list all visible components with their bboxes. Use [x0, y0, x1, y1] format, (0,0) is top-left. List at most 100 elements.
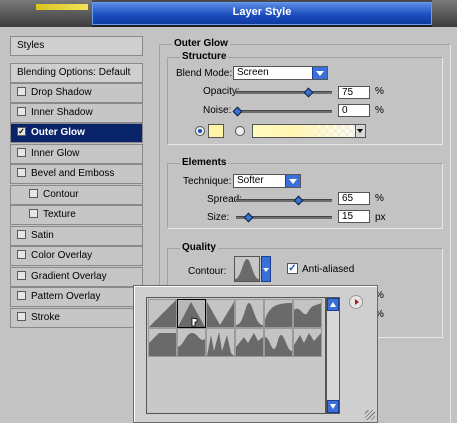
- scroll-up-icon[interactable]: [327, 298, 339, 311]
- contour-preset-cone-inverted[interactable]: [206, 299, 235, 328]
- stroke-label: Stroke: [31, 312, 60, 323]
- contour-preset-rolling-slope[interactable]: [177, 328, 206, 357]
- inner-shadow-label: Inner Shadow: [31, 107, 93, 118]
- spread-unit: %: [375, 193, 384, 204]
- style-item-stroke[interactable]: Stroke: [10, 308, 143, 328]
- style-item-bevel-emboss[interactable]: Bevel and Emboss: [10, 164, 143, 184]
- cove-shallow-contour-icon: [294, 333, 321, 356]
- contour-preset-cone[interactable]: [177, 299, 206, 328]
- contour-preset-gaussian[interactable]: [235, 299, 264, 328]
- inner-shadow-checkbox[interactable]: [17, 106, 26, 116]
- styles-header[interactable]: Styles: [10, 36, 143, 56]
- contour-dropdown-button[interactable]: [261, 256, 271, 282]
- contour-preset-sawtooth[interactable]: [235, 328, 264, 357]
- ring-double-contour-icon: [149, 333, 176, 356]
- gaussian-contour-icon: [236, 303, 263, 327]
- contour-checkbox[interactable]: [29, 188, 38, 198]
- elements-title: Elements: [180, 157, 229, 168]
- texture-checkbox[interactable]: [29, 208, 38, 218]
- contour-preset-grid: [146, 297, 326, 414]
- contour-label: Contour:: [188, 266, 227, 277]
- half-round-contour-icon: [265, 303, 292, 327]
- contour-preset-half-round[interactable]: [264, 299, 293, 328]
- inner-glow-checkbox[interactable]: [17, 147, 26, 157]
- spread-slider[interactable]: [236, 195, 332, 206]
- satin-label: Satin: [31, 230, 54, 241]
- rolling-slope-contour-icon: [178, 333, 205, 356]
- quality-title: Quality: [180, 242, 218, 253]
- gradient-overlay-label: Gradient Overlay: [31, 271, 107, 282]
- style-item-pattern-overlay[interactable]: Pattern Overlay: [10, 287, 143, 307]
- size-input[interactable]: 15: [338, 210, 370, 223]
- contour-item-label: Contour: [43, 189, 79, 200]
- gradient-overlay-checkbox[interactable]: [17, 270, 26, 280]
- color-overlay-label: Color Overlay: [31, 250, 93, 261]
- size-slider[interactable]: [236, 212, 332, 223]
- style-item-color-overlay[interactable]: Color Overlay: [10, 246, 143, 266]
- style-item-texture[interactable]: Texture: [10, 205, 143, 225]
- noise-input[interactable]: 0: [338, 104, 370, 117]
- contour-picker-menu-button[interactable]: [349, 295, 363, 309]
- outer-glow-checkbox[interactable]: ✓: [17, 126, 26, 136]
- title-bar-right-cap: [432, 0, 457, 27]
- scroll-down-icon[interactable]: [327, 400, 339, 413]
- technique-label: Technique:: [183, 176, 232, 187]
- contour-preset-linear[interactable]: [148, 299, 177, 328]
- noise-label: Noise:: [203, 105, 232, 116]
- contour-picker-popup: [133, 285, 378, 423]
- blend-mode-select[interactable]: Screen: [233, 66, 328, 80]
- style-item-satin[interactable]: Satin: [10, 226, 143, 246]
- color-overlay-checkbox[interactable]: [17, 249, 26, 259]
- title-bar-stripe: [36, 4, 88, 10]
- outer-glow-label: Outer Glow: [31, 127, 85, 138]
- noise-slider[interactable]: [232, 106, 332, 117]
- contour-picker-scrollbar[interactable]: [326, 297, 340, 414]
- style-item-gradient-overlay[interactable]: Gradient Overlay: [10, 267, 143, 287]
- rounded-steps-contour-icon: [207, 332, 234, 356]
- cone-contour-icon: [178, 302, 205, 327]
- technique-select[interactable]: Softer: [233, 174, 301, 188]
- noise-unit: %: [375, 105, 384, 116]
- outer-glow-title: Outer Glow: [172, 38, 230, 49]
- contour-preview[interactable]: [234, 256, 260, 282]
- satin-checkbox[interactable]: [17, 229, 26, 239]
- title-bar: Layer Style: [0, 0, 457, 27]
- gaussian-contour-icon: [235, 259, 259, 281]
- opacity-input[interactable]: 75: [338, 86, 370, 99]
- style-item-inner-shadow[interactable]: Inner Shadow: [10, 103, 143, 123]
- pattern-overlay-checkbox[interactable]: [17, 290, 26, 300]
- gradient-radio[interactable]: [235, 126, 245, 136]
- glow-color-swatch[interactable]: [208, 124, 224, 138]
- style-item-contour[interactable]: Contour: [10, 185, 143, 205]
- spread-input[interactable]: 65: [338, 192, 370, 205]
- bevel-emboss-checkbox[interactable]: [17, 167, 26, 177]
- anti-aliased-checkbox[interactable]: ✓: [287, 263, 298, 274]
- blending-options-item[interactable]: Blending Options: Default: [10, 63, 143, 83]
- style-item-inner-glow[interactable]: Inner Glow: [10, 144, 143, 164]
- styles-list: Styles Blending Options: Default Drop Sh…: [10, 36, 143, 334]
- texture-label: Texture: [43, 209, 76, 220]
- glow-gradient-picker[interactable]: [252, 124, 366, 138]
- style-item-drop-shadow[interactable]: Drop Shadow: [10, 83, 143, 103]
- cone-inverted-contour-icon: [207, 302, 234, 327]
- opacity-slider[interactable]: [236, 87, 332, 98]
- drop-shadow-checkbox[interactable]: [17, 86, 26, 96]
- window-title: Layer Style: [232, 6, 292, 18]
- contour-preset-rounded-steps[interactable]: [206, 328, 235, 357]
- contour-preset-ring[interactable]: [293, 299, 322, 328]
- contour-preset-cove-shallow[interactable]: [293, 328, 322, 357]
- title-bar-left-cap: [0, 0, 92, 27]
- resize-grip-icon[interactable]: [365, 410, 375, 420]
- contour-preset-ring-double[interactable]: [148, 328, 177, 357]
- solid-color-radio[interactable]: [195, 126, 205, 136]
- blend-mode-value: Screen: [237, 67, 269, 78]
- sawtooth-contour-icon: [236, 333, 263, 356]
- blend-mode-label: Blend Mode:: [176, 68, 233, 79]
- technique-value: Softer: [237, 175, 264, 186]
- drop-shadow-label: Drop Shadow: [31, 87, 92, 98]
- ring-contour-icon: [294, 303, 321, 327]
- contour-preset-cove-deep[interactable]: [264, 328, 293, 357]
- stroke-checkbox[interactable]: [17, 311, 26, 321]
- style-item-outer-glow[interactable]: ✓ Outer Glow: [10, 123, 143, 143]
- bevel-emboss-label: Bevel and Emboss: [31, 168, 115, 179]
